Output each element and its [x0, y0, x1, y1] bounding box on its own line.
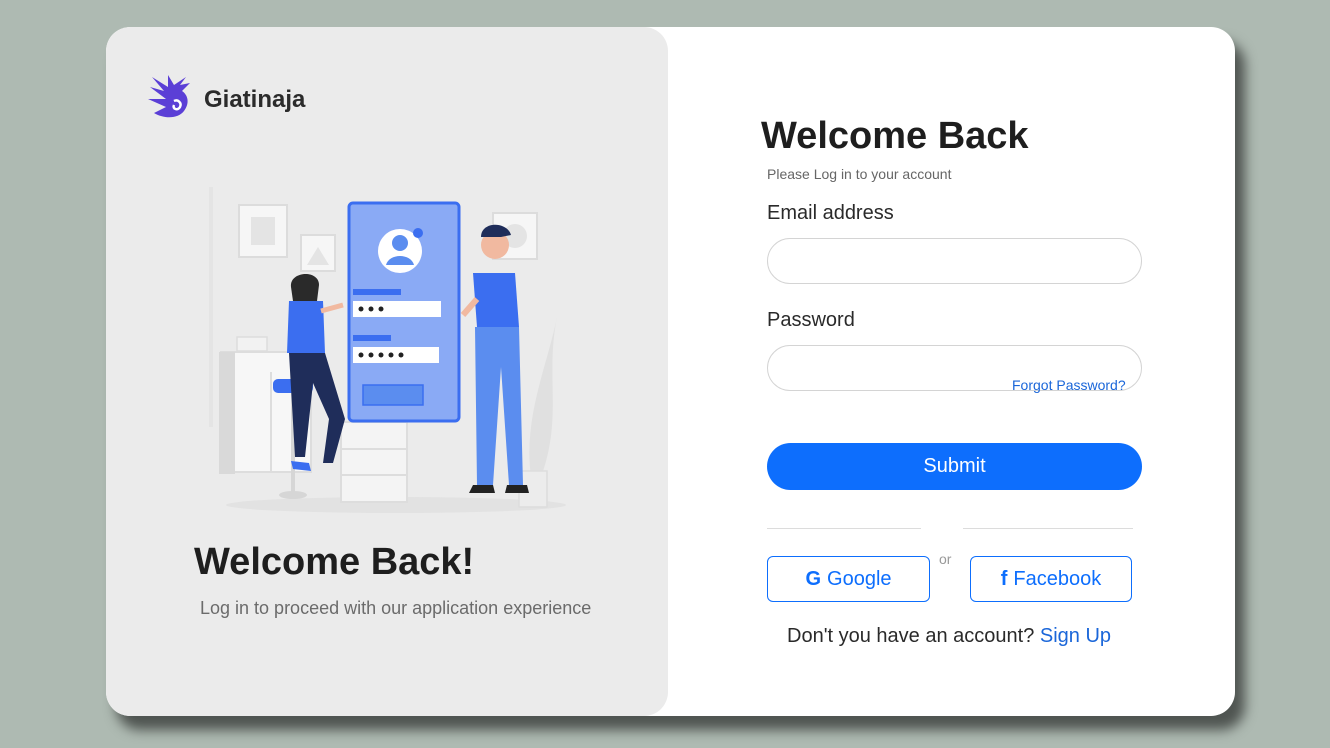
brand[interactable]: Giatinaja [144, 73, 305, 127]
password-label: Password [767, 309, 855, 331]
facebook-label: Facebook [1013, 567, 1102, 590]
facebook-button[interactable]: f Facebook [970, 556, 1132, 602]
signup-row: Don't you have an account? Sign Up [787, 625, 1111, 648]
google-icon: G [805, 567, 822, 590]
divider-right [963, 528, 1133, 529]
login-illustration [209, 187, 566, 513]
hero-title: Welcome Back! [194, 541, 475, 583]
email-field[interactable] [767, 238, 1142, 284]
email-label: Email address [767, 202, 894, 224]
hand-logo-icon [148, 75, 190, 118]
google-button[interactable]: G Google [767, 556, 930, 602]
google-label: Google [827, 567, 892, 590]
login-form: Welcome Back Please Log in to your accou… [668, 27, 1235, 716]
divider-left [767, 528, 921, 529]
forgot-password-link[interactable]: Forgot Password? [1012, 377, 1126, 393]
hero-panel: Giatinaja Welcome Back! Log in to procee… [106, 27, 668, 716]
hero-subtitle: Log in to proceed with our application e… [200, 598, 592, 618]
form-title: Welcome Back [761, 115, 1029, 157]
signup-prompt: Don't you have an account? [787, 625, 1035, 647]
signup-link[interactable]: Sign Up [1040, 625, 1111, 647]
facebook-icon: f [1000, 567, 1008, 590]
login-card: Giatinaja Welcome Back! Log in to procee… [106, 27, 1235, 716]
submit-button[interactable]: Submit [767, 443, 1142, 490]
or-separator: or [939, 551, 952, 567]
form-subtitle: Please Log in to your account [767, 166, 952, 182]
brand-name: Giatinaja [204, 86, 306, 113]
